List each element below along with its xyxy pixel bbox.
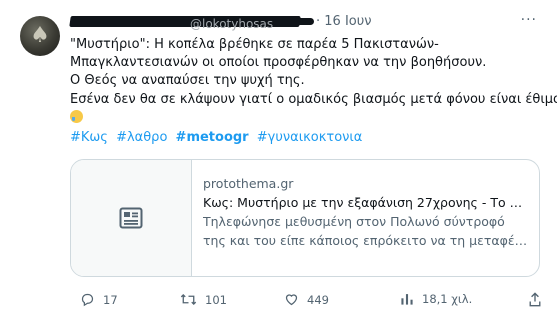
avatar[interactable]: ♠ — [20, 16, 60, 56]
hashtag-list: #Κως #λαθρο #metoogr #γυναικοκτονια — [70, 130, 366, 145]
card-thumbnail — [71, 160, 192, 276]
tweet-text-line: Εσένα δεν θα σε κλάψουν γιατί ο ομαδικός… — [70, 91, 557, 107]
spade-icon: ♠ — [30, 23, 50, 48]
tweet-header: @lokotyhosas · 16 Ιουν ··· — [69, 12, 537, 32]
hashtag-link[interactable]: #metoogr — [176, 130, 249, 145]
views-button[interactable]: 18,1 χιλ. — [400, 292, 472, 306]
reply-icon — [81, 293, 94, 307]
tweet-text-line: Μπαγκλαντεσιανών οι οποίοι προσφέρθηκαν … — [70, 55, 487, 71]
more-options-icon[interactable]: ··· — [521, 12, 537, 28]
tweet-timestamp[interactable]: · 16 Ιουν — [316, 14, 372, 29]
hashtag-link[interactable]: #λαθρο — [116, 130, 167, 145]
views-count: 18,1 χιλ. — [422, 292, 473, 306]
views-chart-icon — [401, 294, 413, 305]
retweet-count: 101 — [205, 292, 227, 307]
reply-count: 17 — [103, 292, 118, 307]
tweet-text: "Μυστήριο": Η κοπέλα βρέθηκε σε παρέα 5 … — [70, 36, 557, 127]
like-count: 449 — [307, 292, 329, 307]
hashtag-link[interactable]: #Κως — [70, 130, 108, 145]
redacted-author-name[interactable]: @lokotyhosas — [69, 16, 318, 31]
crying-face-icon — [70, 109, 83, 123]
share-icon — [529, 292, 541, 307]
retweet-icon — [180, 293, 197, 306]
retweet-button[interactable]: 101 — [180, 292, 227, 307]
card-title: Κως: Μυστήριο με την εξαφάνιση 27χρονης … — [203, 195, 529, 210]
tweet-text-line: "Μυστήριο": Η κοπέλα βρέθηκε σε παρέα 5 … — [70, 37, 439, 52]
card-domain: protothema.gr — [203, 176, 294, 191]
tweet-text-line: Ο Θεός να αναπαύσει την ψυχή της. — [70, 73, 305, 89]
heart-icon — [285, 294, 298, 306]
like-button[interactable]: 449 — [284, 292, 329, 307]
article-icon — [119, 207, 143, 229]
action-bar: 17 101 449 18,1 χιλ. — [70, 292, 550, 310]
author-handle[interactable]: @lokotyhosas — [190, 17, 273, 31]
share-button[interactable] — [528, 292, 542, 307]
link-preview-card[interactable]: protothema.gr Κως: Μυστήριο με την εξαφά… — [70, 159, 540, 277]
card-description: Τηλεφώνησε μεθυσμένη στον Πολωνό σύντροφ… — [203, 214, 529, 248]
card-body: protothema.gr Κως: Μυστήριο με την εξαφά… — [203, 174, 529, 250]
hashtag-link[interactable]: #γυναικοκτονια — [257, 130, 363, 145]
reply-button[interactable]: 17 — [80, 292, 118, 307]
